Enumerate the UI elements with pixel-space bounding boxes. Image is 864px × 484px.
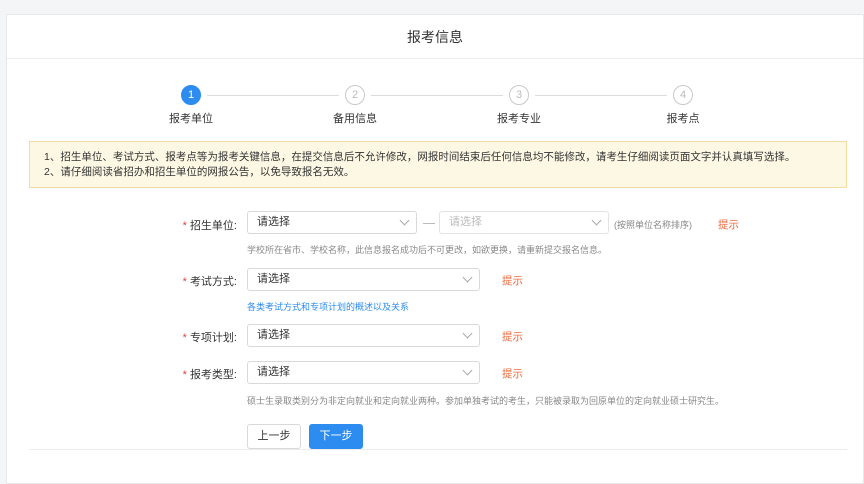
step-3: 3 报考专业 bbox=[479, 85, 559, 126]
unit-help-text: 学校所在省市、学校名称，此信息报名成功后不可更改，如欲更换，请重新提交报名信息。 bbox=[247, 245, 608, 255]
select-value: 请选择 bbox=[257, 273, 290, 285]
unit-hint-link[interactable]: 提示 bbox=[718, 217, 739, 232]
required-mark: * bbox=[182, 276, 187, 288]
step-number: 1 bbox=[181, 85, 201, 105]
registration-card: 报考信息 1 报考单位 2 备用信息 3 报考专业 4 报考点 1、招生单位、考… bbox=[6, 14, 864, 484]
range-dash bbox=[423, 223, 435, 224]
select-value: 请选择 bbox=[257, 366, 290, 378]
exam-method-label: * 考试方式: bbox=[147, 273, 237, 289]
required-mark: * bbox=[182, 220, 187, 232]
select-value: 请选择 bbox=[257, 329, 290, 341]
step-1: 1 报考单位 bbox=[151, 85, 231, 126]
exam-method-select[interactable]: 请选择 bbox=[247, 268, 480, 291]
apply-type-help-text: 硕士生录取类别分为非定向就业和定向就业两种。参加单独考试的考生，只能被录取为回原… bbox=[247, 396, 725, 406]
sort-note: (按照单位名称排序) bbox=[614, 220, 692, 230]
unit-label: * 招生单位: bbox=[147, 217, 237, 233]
notice-box: 1、招生单位、考试方式、报考点等为报考关键信息，在提交信息后不允许修改，网报时间… bbox=[29, 141, 847, 188]
apply-type-label: * 报考类型: bbox=[147, 366, 237, 382]
exam-method-hint-link[interactable]: 提示 bbox=[502, 273, 523, 288]
step-4: 4 报考点 bbox=[643, 85, 723, 126]
notice-line: 1、招生单位、考试方式、报考点等为报考关键信息，在提交信息后不允许修改，网报时间… bbox=[44, 151, 796, 163]
apply-type-select[interactable]: 请选择 bbox=[247, 361, 480, 384]
select-value: 请选择 bbox=[449, 216, 482, 228]
unit-label-text: 招生单位: bbox=[189, 220, 237, 232]
notice-line: 2、请仔细阅读省招办和招生单位的网报公告，以免导致报名无效。 bbox=[44, 166, 355, 178]
step-label: 报考点 bbox=[666, 113, 700, 125]
next-step-button[interactable]: 下一步 bbox=[309, 424, 363, 449]
step-label: 备用信息 bbox=[333, 113, 377, 125]
step-label: 报考单位 bbox=[169, 113, 213, 125]
step-number: 3 bbox=[509, 85, 529, 105]
special-plan-label: * 专项计划: bbox=[147, 329, 237, 345]
apply-type-label-text: 报考类型: bbox=[189, 369, 237, 381]
step-number: 4 bbox=[673, 85, 693, 105]
divider bbox=[29, 449, 847, 450]
step-label: 报考专业 bbox=[497, 113, 541, 125]
required-mark: * bbox=[182, 332, 187, 344]
exam-method-overview-link[interactable]: 各类考试方式和专项计划的概述以及关系 bbox=[247, 300, 409, 313]
chevron-down-icon bbox=[399, 215, 410, 226]
required-mark: * bbox=[182, 369, 187, 381]
special-plan-hint-link[interactable]: 提示 bbox=[502, 329, 523, 344]
special-plan-label-text: 专项计划: bbox=[189, 332, 237, 344]
apply-type-hint-link[interactable]: 提示 bbox=[502, 366, 523, 381]
step-indicator: 1 报考单位 2 备用信息 3 报考专业 4 报考点 bbox=[7, 85, 863, 135]
chevron-down-icon bbox=[462, 365, 473, 376]
special-plan-select[interactable]: 请选择 bbox=[247, 324, 480, 347]
unit-province-select[interactable]: 请选择 bbox=[247, 211, 417, 234]
page-title: 报考信息 bbox=[7, 15, 863, 59]
exam-method-label-text: 考试方式: bbox=[189, 276, 237, 288]
step-2: 2 备用信息 bbox=[315, 85, 395, 126]
chevron-down-icon bbox=[591, 215, 602, 226]
chevron-down-icon bbox=[462, 328, 473, 339]
chevron-down-icon bbox=[462, 272, 473, 283]
prev-step-button[interactable]: 上一步 bbox=[247, 424, 301, 449]
step-number: 2 bbox=[345, 85, 365, 105]
select-value: 请选择 bbox=[257, 216, 290, 228]
unit-school-select[interactable]: 请选择 bbox=[439, 211, 609, 234]
